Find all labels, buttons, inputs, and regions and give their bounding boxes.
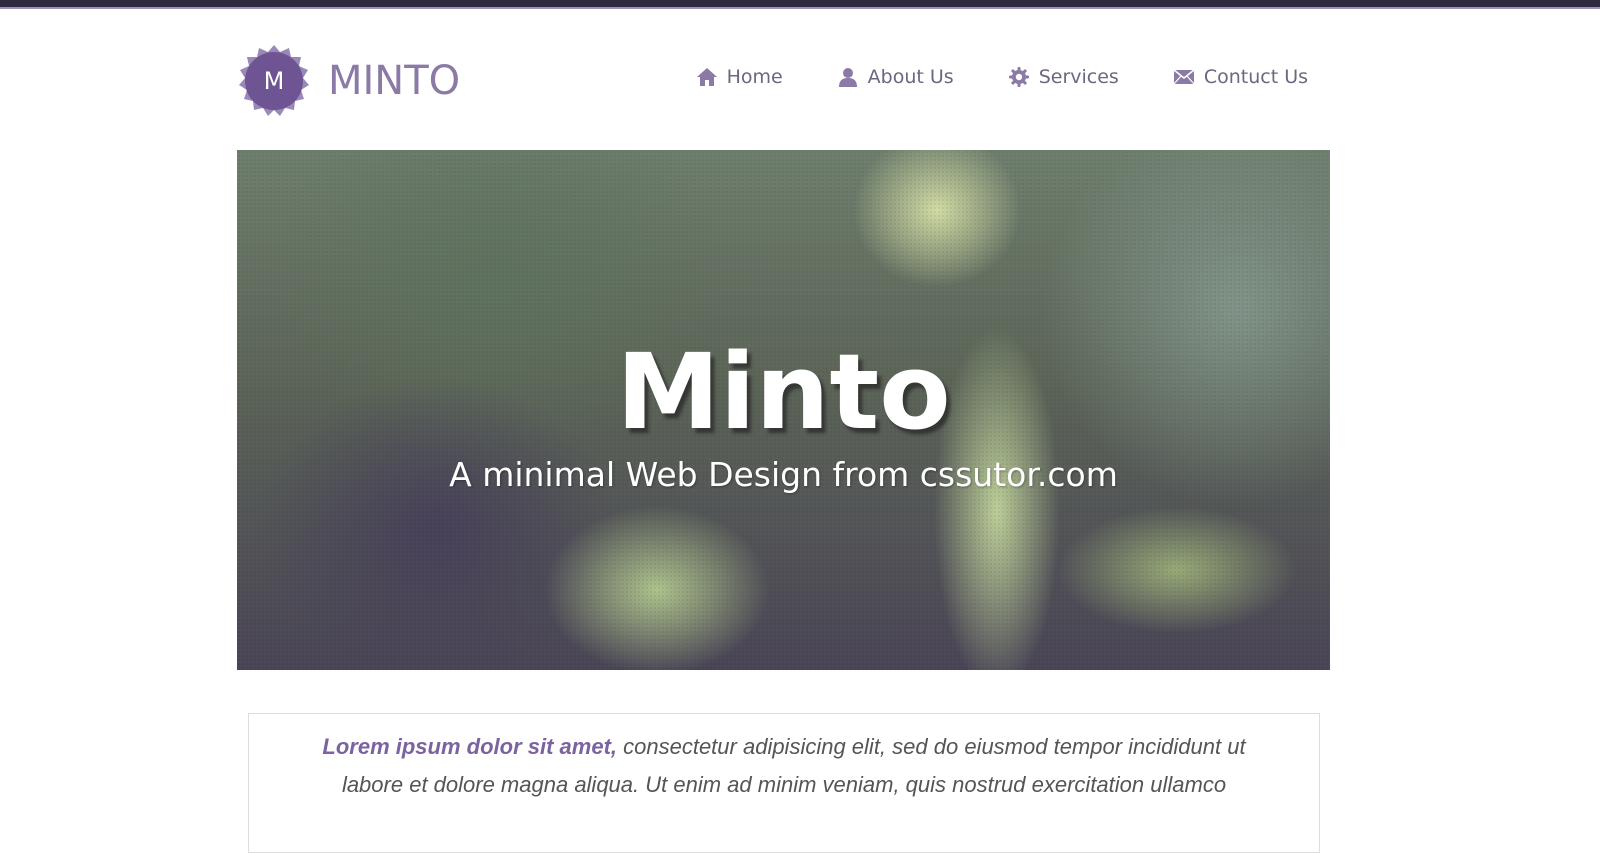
nav-item-services-label: Services bbox=[1038, 66, 1119, 88]
nav-item-home-label: Home bbox=[726, 66, 783, 88]
hero-subtitle: A minimal Web Design from cssutor.com bbox=[449, 455, 1118, 494]
nav-item-about[interactable]: About Us bbox=[837, 66, 954, 88]
mail-icon bbox=[1173, 66, 1195, 88]
intro-panel: Lorem ipsum dolor sit amet, consectetur … bbox=[248, 713, 1320, 853]
logo-letter: M bbox=[263, 67, 285, 95]
main-nav: Home About Us Services Contuct Us bbox=[642, 66, 1308, 88]
logo-badge: M bbox=[237, 44, 311, 118]
nav-item-home[interactable]: Home bbox=[696, 66, 783, 88]
intro-lead: Lorem ipsum dolor sit amet, bbox=[322, 734, 618, 759]
nav-item-contact[interactable]: Contuct Us bbox=[1173, 66, 1308, 88]
logo[interactable]: M MINTO bbox=[237, 44, 460, 118]
hero-title: Minto bbox=[616, 331, 951, 453]
site-header: M MINTO Home About Us Services Contuct U… bbox=[237, 40, 1330, 120]
nav-item-about-label: About Us bbox=[867, 66, 954, 88]
gear-icon bbox=[1008, 66, 1030, 88]
user-icon bbox=[837, 66, 859, 88]
logo-name: MINTO bbox=[328, 58, 461, 104]
top-accent-bar bbox=[0, 0, 1600, 9]
home-icon bbox=[696, 66, 718, 88]
hero-banner: Minto A minimal Web Design from cssutor.… bbox=[237, 150, 1330, 670]
nav-item-contact-label: Contuct Us bbox=[1203, 66, 1308, 88]
nav-item-services[interactable]: Services bbox=[1008, 66, 1119, 88]
